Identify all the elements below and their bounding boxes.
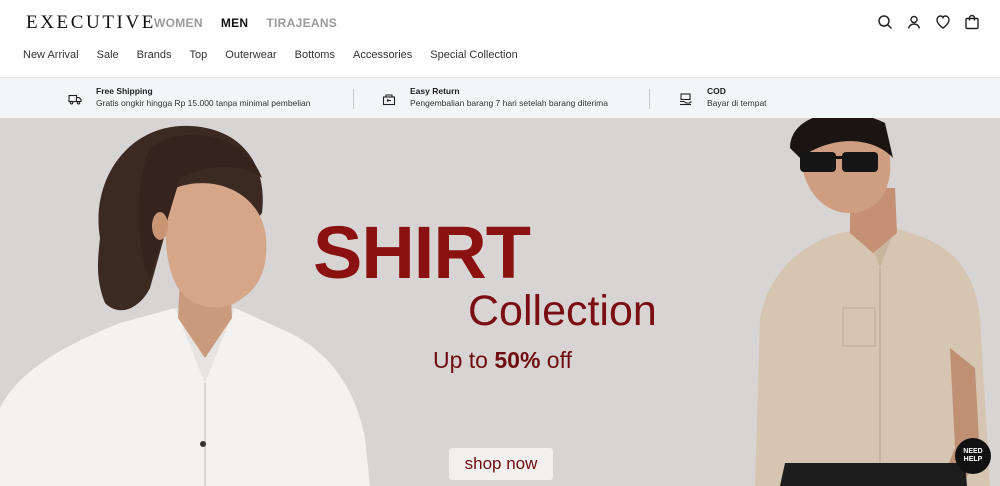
hero-promo: Up to 50% off	[433, 346, 572, 374]
nav-sale[interactable]: Sale	[97, 49, 119, 61]
need-help-button[interactable]: NEED HELP	[955, 438, 991, 474]
hero-banner[interactable]: SHIRT Collection Up to 50% off shop now	[0, 118, 1000, 486]
benefits-bar: Free Shipping Gratis ongkir hingga Rp 15…	[0, 77, 1000, 118]
main-nav: New Arrival Sale Brands Top Outerwear Bo…	[23, 49, 518, 61]
benefit-title: Easy Return	[410, 86, 460, 96]
nav-new-arrival[interactable]: New Arrival	[23, 49, 79, 61]
gender-tabs: WOMEN MEN TIRAJEANS	[154, 16, 337, 30]
need-help-line2: HELP	[963, 456, 983, 463]
nav-brands[interactable]: Brands	[137, 49, 172, 61]
benefit-desc: Bayar di tempat	[707, 98, 767, 108]
tab-women[interactable]: WOMEN	[154, 16, 203, 30]
nav-accessories[interactable]: Accessories	[353, 49, 412, 61]
search-icon[interactable]	[877, 14, 893, 30]
tab-men[interactable]: MEN	[221, 16, 249, 30]
nav-bottoms[interactable]: Bottoms	[295, 49, 335, 61]
divider	[649, 89, 650, 109]
promo-prefix: Up to	[433, 347, 495, 373]
hero-subtitle: Collection	[468, 287, 657, 335]
brand-logo[interactable]: EXECUTIVE	[26, 12, 156, 34]
benefit-desc: Pengembalian barang 7 hari setelah baran…	[410, 98, 608, 108]
hero-title: SHIRT	[313, 211, 531, 294]
header-actions	[877, 14, 980, 30]
need-help-line1: NEED	[963, 448, 983, 455]
nav-special-collection[interactable]: Special Collection	[430, 49, 517, 61]
shop-now-button[interactable]: shop now	[449, 448, 553, 480]
benefit-easy-return: Easy Return Pengembalian barang 7 hari s…	[382, 85, 608, 109]
cash-icon	[679, 92, 693, 106]
nav-top[interactable]: Top	[190, 49, 208, 61]
divider	[353, 89, 354, 109]
heart-icon[interactable]	[935, 14, 951, 30]
promo-suffix: off	[540, 347, 572, 373]
benefit-title: COD	[707, 86, 726, 96]
bag-icon[interactable]	[964, 14, 980, 30]
model-image-left	[0, 125, 370, 486]
promo-value: 50%	[494, 347, 541, 373]
benefit-desc: Gratis ongkir hingga Rp 15.000 tanpa min…	[96, 98, 311, 108]
nav-outerwear[interactable]: Outerwear	[225, 49, 276, 61]
site-header: EXECUTIVE WOMEN MEN TIRAJEANS New Arriva…	[0, 0, 1000, 77]
return-box-icon	[382, 92, 396, 106]
tab-tirajeans[interactable]: TIRAJEANS	[266, 16, 337, 30]
truck-icon	[68, 92, 82, 106]
benefit-title: Free Shipping	[96, 86, 153, 96]
user-icon[interactable]	[906, 14, 922, 30]
benefit-free-shipping: Free Shipping Gratis ongkir hingga Rp 15…	[68, 85, 311, 109]
model-image-right	[755, 118, 990, 486]
benefit-cod: COD Bayar di tempat	[679, 85, 767, 109]
